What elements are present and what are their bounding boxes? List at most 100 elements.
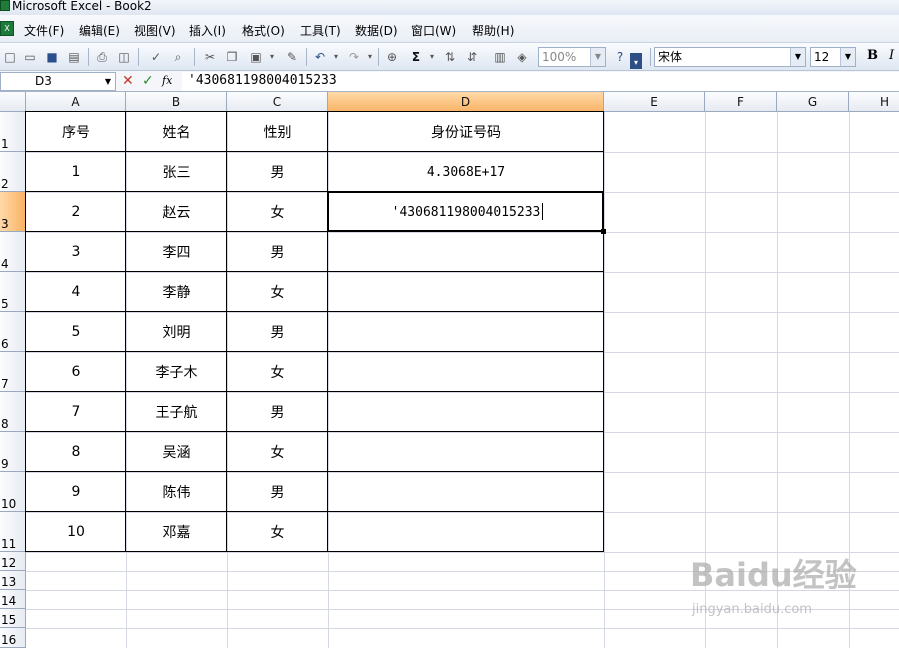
- autosum-dropdown-icon[interactable]: ▾: [424, 49, 440, 65]
- open-icon[interactable]: ▭: [22, 49, 38, 65]
- row-header-7[interactable]: 7: [0, 352, 26, 392]
- sort-ascending-icon[interactable]: ⇅: [442, 49, 458, 65]
- research-icon[interactable]: ⌕: [170, 49, 186, 65]
- cell-id[interactable]: [328, 432, 604, 472]
- formula-input[interactable]: '430681198004015233: [182, 72, 899, 91]
- font-size-dropdown-icon[interactable]: ▼: [840, 48, 855, 66]
- cell-gender[interactable]: 男: [227, 152, 328, 192]
- cell-name[interactable]: 刘明: [126, 312, 227, 352]
- cell-id[interactable]: [328, 232, 604, 272]
- column-header-c[interactable]: C: [227, 92, 328, 112]
- row-header-6[interactable]: 6: [0, 312, 26, 352]
- cancel-icon[interactable]: ✕: [122, 73, 134, 89]
- hyperlink-icon[interactable]: ⊕: [384, 49, 400, 65]
- column-header-f[interactable]: F: [705, 92, 777, 112]
- chart-wizard-icon[interactable]: ▥: [492, 49, 508, 65]
- header-cell-gender[interactable]: 性别: [227, 112, 328, 152]
- cell-id[interactable]: [328, 352, 604, 392]
- undo-icon[interactable]: ↶: [312, 49, 328, 65]
- cell-id[interactable]: 4.3068E+17: [328, 152, 604, 192]
- cell-name[interactable]: 邓嘉: [126, 512, 227, 552]
- font-name-box[interactable]: 宋体 ▼: [654, 47, 806, 67]
- cell-no[interactable]: 6: [26, 352, 126, 392]
- redo-icon[interactable]: ↷: [346, 49, 362, 65]
- undo-dropdown-icon[interactable]: ▾: [328, 49, 344, 65]
- cell-no[interactable]: 7: [26, 392, 126, 432]
- row-header-4[interactable]: 4: [0, 232, 26, 272]
- active-cell-d3[interactable]: [327, 191, 604, 232]
- cell-gender[interactable]: 女: [227, 352, 328, 392]
- drawing-icon[interactable]: ◈: [514, 49, 530, 65]
- row-header-1[interactable]: 1: [0, 112, 26, 152]
- cell-name[interactable]: 李四: [126, 232, 227, 272]
- bold-button[interactable]: B: [867, 48, 878, 63]
- redo-dropdown-icon[interactable]: ▾: [362, 49, 378, 65]
- row-header-2[interactable]: 2: [0, 152, 26, 192]
- cell-no[interactable]: 1: [26, 152, 126, 192]
- cell-no[interactable]: 9: [26, 472, 126, 512]
- cell-gender[interactable]: 男: [227, 392, 328, 432]
- cell-gender[interactable]: 女: [227, 432, 328, 472]
- excel-app-icon[interactable]: [0, 0, 10, 11]
- row-header-3[interactable]: 3: [0, 192, 26, 232]
- cell-no[interactable]: 5: [26, 312, 126, 352]
- help-icon[interactable]: ?: [612, 49, 628, 65]
- cell-gender[interactable]: 男: [227, 312, 328, 352]
- row-header-9[interactable]: 9: [0, 432, 26, 472]
- zoom-dropdown-icon[interactable]: ▼: [590, 48, 605, 66]
- spelling-icon[interactable]: ✓: [148, 49, 164, 65]
- italic-button[interactable]: I: [889, 48, 894, 63]
- enter-icon[interactable]: ✓: [142, 73, 154, 89]
- cut-icon[interactable]: ✂: [202, 49, 218, 65]
- print-preview-icon[interactable]: ◫: [116, 49, 132, 65]
- fill-handle[interactable]: [601, 229, 606, 234]
- row-header-16[interactable]: 16: [0, 628, 26, 648]
- paste-dropdown-icon[interactable]: ▾: [264, 49, 280, 65]
- header-cell-id[interactable]: 身份证号码: [328, 112, 604, 152]
- cell-id[interactable]: [328, 512, 604, 552]
- menu-file[interactable]: 文件(F): [24, 22, 64, 39]
- row-header-11[interactable]: 11: [0, 512, 26, 552]
- cell-id[interactable]: [328, 272, 604, 312]
- cell-no[interactable]: 10: [26, 512, 126, 552]
- cell-gender[interactable]: 女: [227, 272, 328, 312]
- column-header-g[interactable]: G: [777, 92, 849, 112]
- permission-icon[interactable]: ▤: [66, 49, 82, 65]
- cell-name[interactable]: 吴涵: [126, 432, 227, 472]
- cell-gender[interactable]: 女: [227, 512, 328, 552]
- cell-name[interactable]: 李子木: [126, 352, 227, 392]
- cell-name[interactable]: 王子航: [126, 392, 227, 432]
- column-header-b[interactable]: B: [126, 92, 227, 112]
- select-all-corner[interactable]: [0, 92, 26, 112]
- sort-descending-icon[interactable]: ⇵: [464, 49, 480, 65]
- row-header-8[interactable]: 8: [0, 392, 26, 432]
- cell-no[interactable]: 3: [26, 232, 126, 272]
- header-cell-name[interactable]: 姓名: [126, 112, 227, 152]
- name-box-dropdown-icon[interactable]: ▼: [101, 73, 115, 90]
- copy-icon[interactable]: ❐: [224, 49, 240, 65]
- toolbar-options-icon[interactable]: ▾: [630, 53, 642, 69]
- cell-no[interactable]: 2: [26, 192, 126, 232]
- cell-name[interactable]: 陈伟: [126, 472, 227, 512]
- insert-function-icon[interactable]: fx: [162, 73, 172, 89]
- new-icon[interactable]: □: [2, 49, 18, 65]
- cell-id[interactable]: [328, 312, 604, 352]
- row-header-12[interactable]: 12: [0, 552, 26, 571]
- menu-help[interactable]: 帮助(H): [472, 22, 514, 39]
- cell-name[interactable]: 李静: [126, 272, 227, 312]
- name-box[interactable]: D3 ▼: [0, 72, 116, 91]
- cell-gender[interactable]: 男: [227, 232, 328, 272]
- autosum-icon[interactable]: Σ: [408, 49, 424, 65]
- workbook-icon[interactable]: X: [0, 21, 14, 36]
- row-header-15[interactable]: 15: [0, 609, 26, 628]
- row-header-13[interactable]: 13: [0, 571, 26, 590]
- menu-insert[interactable]: 插入(I): [189, 22, 226, 39]
- cell-id[interactable]: [328, 392, 604, 432]
- header-cell-no[interactable]: 序号: [26, 112, 126, 152]
- menu-tools[interactable]: 工具(T): [300, 22, 341, 39]
- cell-gender[interactable]: 男: [227, 472, 328, 512]
- row-header-5[interactable]: 5: [0, 272, 26, 312]
- cell-id[interactable]: [328, 472, 604, 512]
- menu-window[interactable]: 窗口(W): [411, 22, 456, 39]
- cell-name[interactable]: 张三: [126, 152, 227, 192]
